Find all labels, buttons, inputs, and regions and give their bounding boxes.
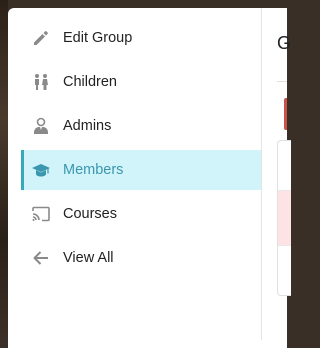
table-row[interactable] <box>278 191 291 245</box>
sidebar-item-members[interactable]: Members <box>21 150 261 190</box>
heading-rule <box>277 81 287 82</box>
sidebar-item-edit-group[interactable]: Edit Group <box>21 18 261 58</box>
group-sidebar-nav: Edit Group Children Admins Members Cours… <box>21 18 261 340</box>
arrow-left-icon <box>31 248 51 268</box>
sidebar-item-admins[interactable]: Admins <box>21 106 261 146</box>
admin-user-icon <box>31 116 51 136</box>
sidebar-item-courses[interactable]: Courses <box>21 194 261 234</box>
sidebar-item-children[interactable]: Children <box>21 62 261 102</box>
background-edge <box>0 0 8 340</box>
table-row-divider <box>278 245 291 246</box>
sidebar-item-label: Children <box>63 74 117 90</box>
graduation-cap-icon <box>31 160 51 180</box>
sidebar-item-label: Courses <box>63 206 117 222</box>
alert-edge <box>284 98 287 130</box>
sidebar-item-label: Edit Group <box>63 30 133 46</box>
sidebar-item-label: View All <box>63 250 114 266</box>
sidebar-item-view-all[interactable]: View All <box>21 238 261 278</box>
sidebar-item-label: Admins <box>63 118 112 134</box>
children-icon <box>31 72 51 92</box>
sidebar-divider <box>261 8 262 340</box>
pencil-icon <box>31 28 51 48</box>
cast-icon <box>31 204 51 224</box>
content-table-edge <box>277 140 291 296</box>
sidebar-item-label: Members <box>63 162 124 178</box>
page-title: G <box>277 33 292 53</box>
